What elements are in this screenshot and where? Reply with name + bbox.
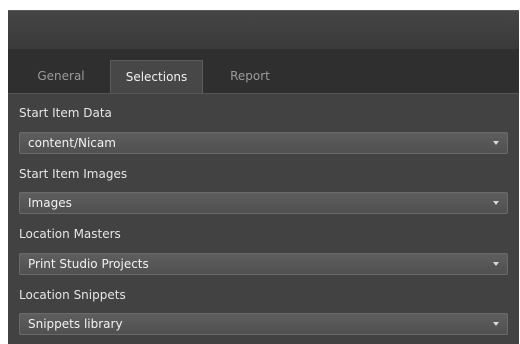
chevron-down-icon: [493, 141, 499, 145]
start-item-data-label: Start Item Data: [19, 106, 112, 120]
tab-general[interactable]: General: [16, 60, 106, 93]
location-masters-dropdown[interactable]: Print Studio Projects: [19, 253, 508, 275]
tab-selections[interactable]: Selections: [110, 60, 203, 93]
selections-content: Start Item Data content/Nicam Start Item…: [8, 94, 519, 344]
location-snippets-label: Location Snippets: [19, 288, 126, 302]
location-snippets-value: Snippets library: [28, 317, 123, 331]
location-snippets-dropdown[interactable]: Snippets library: [19, 313, 508, 335]
start-item-images-value: Images: [28, 196, 72, 210]
location-masters-label: Location Masters: [19, 227, 121, 241]
location-masters-value: Print Studio Projects: [28, 257, 149, 271]
tab-strip: General Selections Report: [8, 50, 519, 94]
start-item-images-dropdown[interactable]: Images: [19, 192, 508, 214]
start-item-data-value: content/Nicam: [28, 136, 116, 150]
chevron-down-icon: [493, 322, 499, 326]
title-bar: [8, 11, 519, 50]
start-item-data-dropdown[interactable]: content/Nicam: [19, 132, 508, 154]
start-item-images-label: Start Item Images: [19, 167, 128, 181]
chevron-down-icon: [493, 262, 499, 266]
dialog-panel: General Selections Report Start Item Dat…: [8, 10, 519, 344]
tab-report[interactable]: Report: [204, 60, 296, 93]
chevron-down-icon: [493, 201, 499, 205]
